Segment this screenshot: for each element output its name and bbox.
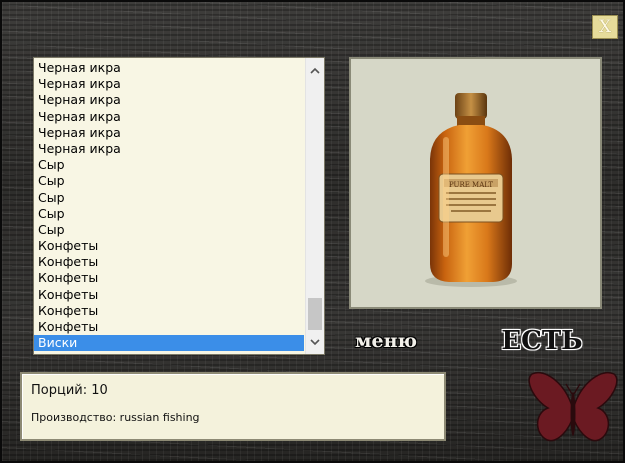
- food-list-items: Черная икра Черная икра Черная икра Черная …: [34, 60, 304, 352]
- butterfly-icon: [528, 371, 618, 442]
- menu-button[interactable]: меню: [348, 327, 424, 355]
- item-preview-panel: PURE MALT: [349, 57, 602, 309]
- list-item[interactable]: Сыр: [34, 190, 304, 206]
- list-item[interactable]: Черная икра: [34, 109, 304, 125]
- list-item[interactable]: Черная икра: [34, 141, 304, 157]
- food-list[interactable]: Черная икра Черная икра Черная икра Черная …: [33, 57, 325, 355]
- list-item[interactable]: Сыр: [34, 206, 304, 222]
- eat-button[interactable]: ЕСТЬ: [494, 324, 590, 358]
- close-button[interactable]: X: [592, 15, 618, 39]
- list-item[interactable]: Конфеты: [34, 287, 304, 303]
- list-item[interactable]: Конфеты: [34, 303, 304, 319]
- chevron-down-icon[interactable]: [306, 333, 324, 351]
- scrollbar-thumb[interactable]: [308, 298, 322, 330]
- list-item[interactable]: Черная икра: [34, 125, 304, 141]
- bottle-label-text: PURE MALT: [449, 181, 493, 189]
- list-item[interactable]: Конфеты: [34, 270, 304, 286]
- item-info-panel: Порций: 10 Производство: russian fishing: [20, 372, 446, 441]
- list-scrollbar[interactable]: [305, 58, 324, 354]
- list-item[interactable]: Черная икра: [34, 92, 304, 108]
- list-item[interactable]: Конфеты: [34, 238, 304, 254]
- list-item[interactable]: Черная икра: [34, 76, 304, 92]
- list-item[interactable]: Сыр: [34, 222, 304, 238]
- list-item[interactable]: Виски: [34, 335, 304, 352]
- portions-count: Порций: 10: [31, 383, 108, 398]
- list-item[interactable]: Черная икра: [34, 60, 304, 76]
- food-window: X Черная икра Черная икра Черная икра Черна…: [0, 0, 625, 463]
- chevron-up-icon[interactable]: [306, 61, 324, 79]
- list-item[interactable]: Конфеты: [34, 254, 304, 270]
- list-item[interactable]: Сыр: [34, 173, 304, 189]
- whisky-bottle-image: PURE MALT: [425, 93, 517, 287]
- list-item[interactable]: Конфеты: [34, 319, 304, 335]
- producer-text: Производство: russian fishing: [31, 411, 200, 424]
- list-item[interactable]: Сыр: [34, 157, 304, 173]
